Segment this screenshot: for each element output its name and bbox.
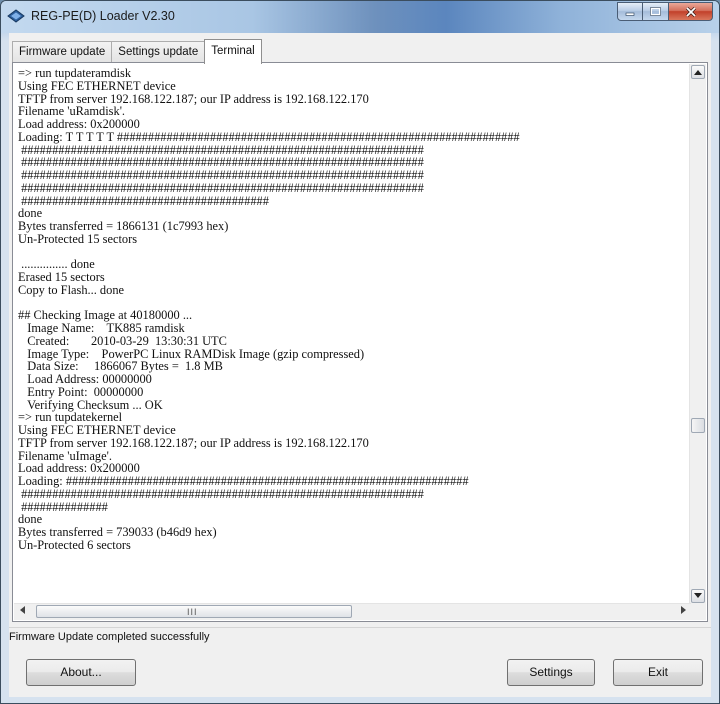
scroll-down-button[interactable] [691,589,705,603]
vertical-scrollbar[interactable] [689,64,706,604]
horizontal-scrollbar[interactable]: III [14,603,691,620]
terminal-line: Un-Protected 15 sectors [18,231,138,246]
app-icon [7,9,25,23]
vertical-scroll-thumb[interactable] [691,418,705,433]
scroll-grip: III [187,607,198,617]
close-button[interactable] [669,2,713,21]
minimize-button[interactable] [617,2,643,21]
chevron-left-icon [19,606,25,614]
exit-button[interactable]: Exit [613,659,703,686]
scroll-left-button[interactable] [14,605,30,619]
client-area: Firmware update Settings update Terminal… [9,33,711,697]
chevron-down-icon [694,593,702,598]
terminal-line: Copy to Flash... done [18,282,125,297]
terminal-output[interactable]: => run tupdateramdisk Using FEC ETHERNET… [14,64,691,604]
caption-buttons [617,2,713,22]
close-icon [685,6,696,17]
terminal-text: => run tupdateramdisk Using FEC ETHERNET… [14,64,691,552]
tab-strip: Firmware update Settings update Terminal [12,39,262,64]
status-divider [9,627,711,628]
scroll-corner [690,604,706,620]
maximize-button[interactable] [643,2,669,21]
tab-firmware-update[interactable]: Firmware update [12,41,113,63]
title-bar[interactable]: REG-PE(D) Loader V2.30 [1,1,719,33]
tab-terminal[interactable]: Terminal [204,39,262,64]
chevron-right-icon [680,606,686,614]
terminal-panel: => run tupdateramdisk Using FEC ETHERNET… [12,62,708,622]
maximize-icon [650,7,661,16]
minimize-icon [625,12,635,16]
scroll-right-button[interactable] [675,605,691,619]
status-text: Firmware Update completed successfully [9,631,210,643]
terminal-line: ######################################## [18,193,269,208]
about-button[interactable]: About... [26,659,136,686]
window-title: REG-PE(D) Loader V2.30 [31,9,175,23]
terminal-line: Un-Protected 6 sectors [18,537,131,552]
chevron-up-icon [694,70,702,75]
horizontal-scroll-thumb[interactable]: III [36,605,352,618]
tab-settings-update[interactable]: Settings update [111,41,206,63]
app-window: REG-PE(D) Loader V2.30 Firmware update S… [0,0,720,704]
settings-button[interactable]: Settings [507,659,595,686]
scroll-up-button[interactable] [691,65,705,79]
